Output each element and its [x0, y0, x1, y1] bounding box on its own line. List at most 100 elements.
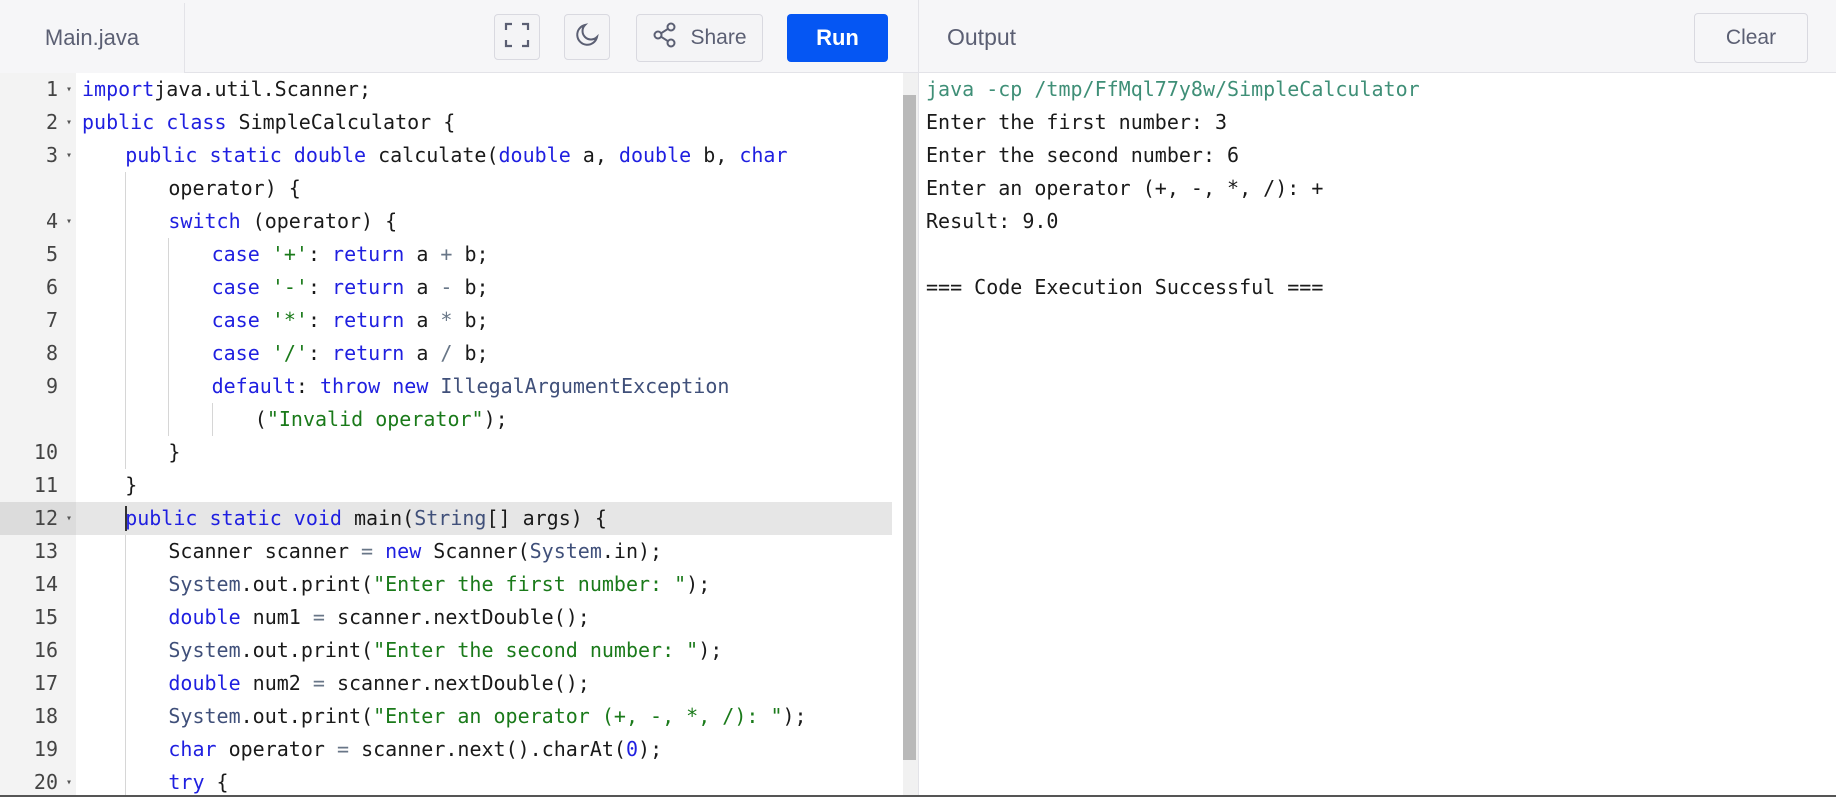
line-number: 13: [0, 535, 76, 568]
code-text: case '+': return a + b;: [76, 238, 489, 271]
code-line[interactable]: 16 System.out.print("Enter the second num…: [0, 634, 892, 667]
tab-main-java[interactable]: Main.java: [0, 3, 185, 73]
output-line: Enter the second number: 6: [926, 143, 1240, 167]
text-cursor: [125, 506, 128, 531]
indent-guide: [168, 403, 170, 436]
fold-arrow-icon[interactable]: ▾: [66, 139, 72, 172]
code-line[interactable]: 14 System.out.print("Enter the first numb…: [0, 568, 892, 601]
fold-arrow-icon[interactable]: ▾: [66, 205, 72, 238]
line-number: 17: [0, 667, 76, 700]
line-number: 19: [0, 733, 76, 766]
code-text: char operator = scanner.next().charAt(0)…: [76, 733, 662, 766]
code-line[interactable]: 4 ▾ switch (operator) {: [0, 205, 892, 238]
code-line[interactable]: 12 ▾ public static void main(String[] args…: [0, 502, 892, 535]
line-number: 1 ▾: [0, 73, 76, 106]
code-text: case '/': return a / b;: [76, 337, 489, 370]
code-text: case '-': return a - b;: [76, 271, 489, 304]
code-line[interactable]: 17 double num2 = scanner.nextDouble();: [0, 667, 892, 700]
code-text: Scanner scanner = new Scanner(System.in)…: [76, 535, 662, 568]
code-line[interactable]: 19 char operator = scanner.next().charAt(…: [0, 733, 892, 766]
indent-guide: [125, 205, 127, 238]
code-line[interactable]: 10}: [0, 436, 892, 469]
line-number: [0, 172, 76, 205]
code-line[interactable]: ("Invalid operator");: [0, 403, 892, 436]
code-text: public class SimpleCalculator {: [82, 110, 456, 134]
code-text: case '*': return a * b;: [76, 304, 489, 337]
indent-guide: [125, 403, 127, 436]
code-text: importjava.util.Scanner;: [82, 77, 371, 101]
indent-guide: [125, 766, 127, 797]
line-number: 16: [0, 634, 76, 667]
line-number: 6: [0, 271, 76, 304]
code-text: }: [125, 473, 138, 497]
indent-guide: [125, 601, 127, 634]
line-number: 5: [0, 238, 76, 271]
code-lines[interactable]: 1 ▾ importjava.util.Scanner; 2 ▾ public class…: [0, 73, 892, 797]
code-text: double num2 = scanner.nextDouble();: [76, 667, 590, 700]
code-line[interactable]: 5 case '+': return a + b;: [0, 238, 892, 271]
indent-guide: [168, 304, 170, 337]
code-line[interactable]: 13 Scanner scanner = new Scanner(System.i…: [0, 535, 892, 568]
fold-arrow-icon[interactable]: ▾: [66, 766, 72, 797]
line-number: 2 ▾: [0, 106, 76, 139]
output-title: Output: [947, 24, 1017, 50]
code-line[interactable]: 3 ▾ public static double calculate(double …: [0, 139, 892, 172]
indent-guide: [125, 733, 127, 766]
code-line[interactable]: 6 case '-': return a - b;: [0, 271, 892, 304]
editor-scrollbar-thumb[interactable]: [903, 95, 916, 760]
code-line[interactable]: 7 case '*': return a * b;: [0, 304, 892, 337]
editor-toolbar: Main.java Share Run: [0, 0, 918, 73]
code-line[interactable]: 20 ▾ try {: [0, 766, 892, 797]
code-line[interactable]: operator) {: [0, 172, 892, 205]
code-line[interactable]: 11}: [0, 469, 892, 502]
indent-guide: [125, 271, 127, 304]
line-number: 10: [0, 436, 76, 469]
code-line[interactable]: 15 double num1 = scanner.nextDouble();: [0, 601, 892, 634]
line-number: 20 ▾: [0, 766, 76, 797]
output-command-line: java -cp /tmp/FfMql77y8w/SimpleCalculato…: [926, 77, 1420, 101]
share-button[interactable]: Share: [636, 14, 763, 62]
theme-toggle-button[interactable]: [564, 14, 610, 60]
indent-guide: [168, 238, 170, 271]
code-text: System.out.print("Enter the second numbe…: [76, 634, 722, 667]
code-line[interactable]: 1 ▾ importjava.util.Scanner;: [0, 73, 892, 106]
fold-arrow-icon[interactable]: ▾: [66, 502, 72, 535]
output-toolbar: Output Clear: [918, 0, 1836, 73]
line-number: 7: [0, 304, 76, 337]
indent-guide: [211, 403, 213, 436]
code-editor[interactable]: 1 ▾ importjava.util.Scanner; 2 ▾ public class…: [0, 73, 918, 797]
code-line[interactable]: 8 case '/': return a / b;: [0, 337, 892, 370]
code-text: ("Invalid operator");: [76, 403, 508, 436]
line-number: 18: [0, 700, 76, 733]
code-text: operator) {: [76, 172, 301, 205]
indent-guide: [125, 634, 127, 667]
run-button[interactable]: Run: [787, 14, 888, 62]
fullscreen-button[interactable]: [494, 14, 540, 60]
code-line[interactable]: 9 default: throw new IllegalArgumentExcep…: [0, 370, 892, 403]
line-number: [0, 403, 76, 436]
share-icon: [652, 22, 678, 54]
line-number: 3 ▾: [0, 139, 76, 172]
output-panel: java -cp /tmp/FfMql77y8w/SimpleCalculato…: [918, 73, 1836, 797]
moon-icon: [574, 22, 600, 52]
code-text: System.out.print("Enter an operator (+, …: [76, 700, 807, 733]
line-number: 8: [0, 337, 76, 370]
line-number: 11: [0, 469, 76, 502]
fold-arrow-icon[interactable]: ▾: [66, 73, 72, 106]
code-text: switch (operator) {: [76, 205, 397, 238]
code-line[interactable]: 18 System.out.print("Enter an operator (+…: [0, 700, 892, 733]
share-label: Share: [690, 26, 747, 49]
indent-guide: [125, 172, 127, 205]
indent-guide: [125, 304, 127, 337]
indent-guide: [168, 271, 170, 304]
code-text: default: throw new IllegalArgumentExcept…: [76, 370, 729, 403]
clear-button[interactable]: Clear: [1694, 13, 1808, 63]
line-number: 14: [0, 568, 76, 601]
fold-arrow-icon[interactable]: ▾: [66, 106, 72, 139]
code-text: }: [76, 436, 180, 469]
indent-guide: [168, 337, 170, 370]
code-text: public static void main(String[] args) {: [125, 506, 607, 531]
code-line[interactable]: 2 ▾ public class SimpleCalculator {: [0, 106, 892, 139]
indent-guide: [168, 370, 170, 403]
